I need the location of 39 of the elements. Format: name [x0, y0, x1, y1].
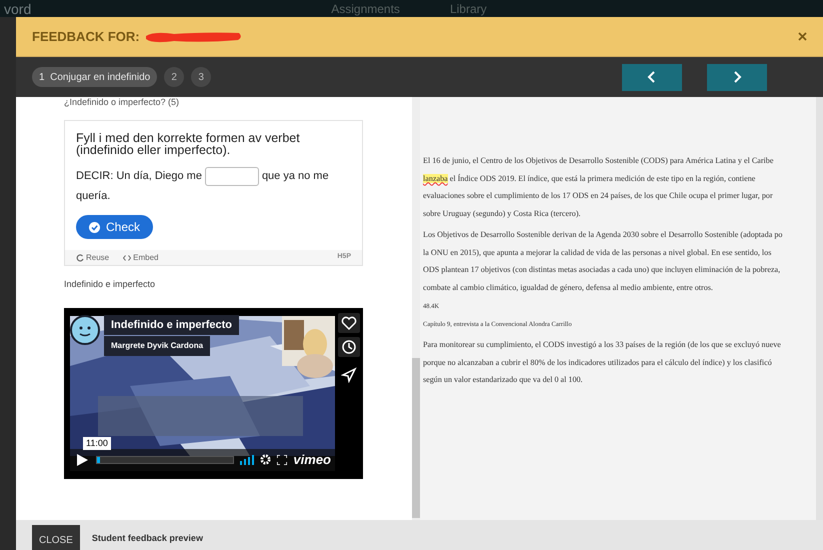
- step-tab[interactable]: 3: [191, 67, 212, 87]
- exercise-instruction: Fyll i med den korrekte formen av verbet (indefinido eller imperfecto).: [76, 132, 301, 156]
- chevron-left-icon: [647, 71, 657, 83]
- send-icon[interactable]: [341, 366, 357, 382]
- smiley-avatar-icon: [70, 314, 100, 344]
- reuse-button[interactable]: Reuse: [76, 252, 110, 264]
- check-icon: [89, 222, 100, 232]
- section-heading: ¿Indefinido o imperfecto? (5): [64, 97, 180, 107]
- clock-icon[interactable]: [338, 336, 360, 356]
- video-caption: Indefinido e imperfecto: [64, 278, 156, 291]
- close-button[interactable]: CLOSE: [32, 525, 80, 550]
- scrollbar[interactable]: [412, 97, 420, 520]
- modal-title: FEEDBACK FOR:: [32, 28, 140, 46]
- document-paragraph: Para monitorear su cumplimiento, el CODS investigó a los 33 países de la región (de los que se excluyó nueve porque no alcanzaban a cubrir el 80% de los indicadores utilizados para el cálculo del índice) y los clasificó según un valor estandarizado que va del 0 al 100.: [423, 339, 782, 386]
- video-author[interactable]: Margrete Dyvik Cardona: [104, 336, 210, 356]
- video-title[interactable]: Indefinido e imperfecto: [104, 314, 240, 335]
- step-tab[interactable]: 1 Conjugar en indefinido: [32, 67, 158, 87]
- chevron-right-icon: [732, 71, 742, 83]
- settings-icon[interactable]: [260, 454, 272, 465]
- close-icon[interactable]: [798, 32, 807, 41]
- time-tooltip: 11:00: [83, 436, 111, 450]
- fullscreen-icon[interactable]: [277, 454, 288, 464]
- footer-label: Student feedback preview: [92, 532, 203, 545]
- answer-field[interactable]: [204, 166, 259, 186]
- step-tab[interactable]: 2: [164, 67, 184, 87]
- sentence-text: quería.: [76, 189, 110, 204]
- video-player[interactable]: Indefinido e imperfecto Margrete Dyvik Cardona 11:00 vimeo: [64, 308, 363, 478]
- embed-button[interactable]: Embed: [123, 252, 158, 264]
- play-icon[interactable]: [74, 452, 90, 468]
- vimeo-logo[interactable]: vimeo: [293, 453, 331, 466]
- sentence-text: DECIR: Un día, Diego me: [76, 169, 202, 184]
- volume-icon[interactable]: [240, 454, 254, 464]
- document-paragraph: Los Objetivos de Desarrollo Sostenible derivan de la Agenda 2030 sobre el Desarrollo Sostenible (adoptada po la ONU en 2015), que apunta a mejorar la calidad de vida de las personas a nivel global. En ese sentido, los ODS plantean 17 objetivos (con distintas metas asociadas a cada uno) que incluyen eliminación de la pobreza, combate al cambio climático, igualdad de género, defensa al medio ambiente, entre otros.: [423, 229, 784, 294]
- app-logo: vord: [4, 1, 32, 17]
- code-icon: [123, 254, 132, 260]
- reuse-icon: [76, 254, 84, 262]
- check-button[interactable]: Check: [76, 215, 154, 239]
- scrollbar[interactable]: [816, 97, 823, 520]
- sentence-text: que ya no me: [262, 169, 329, 184]
